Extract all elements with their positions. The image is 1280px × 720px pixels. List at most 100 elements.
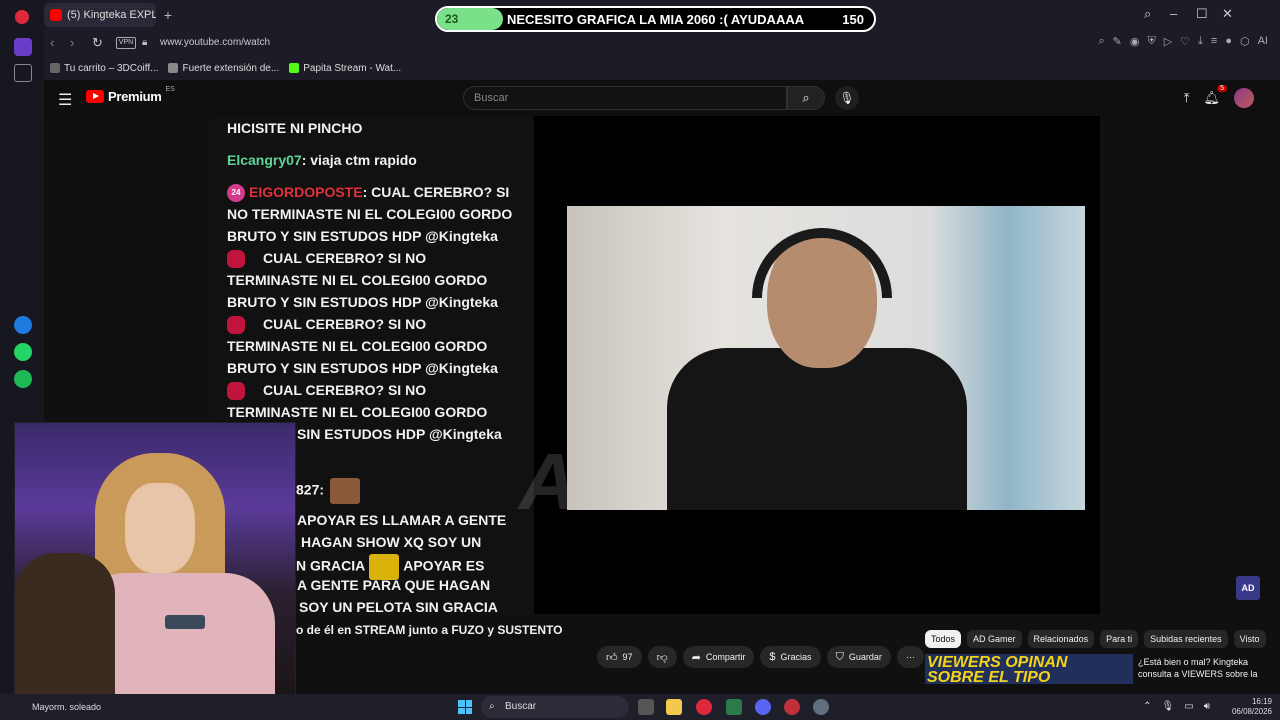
chat-line: A GENTE PARA QUE HAGAN xyxy=(297,577,491,593)
url-field[interactable]: www.youtube.com/watch xyxy=(160,37,270,48)
dog xyxy=(15,553,115,707)
bookmarks-bar: Tu carrito – 3DCoiff... Fuerte extensión… xyxy=(44,56,1280,80)
bookmark-favicon-icon xyxy=(168,63,179,73)
forward-icon[interactable]: › xyxy=(70,35,74,50)
recommended-thumbnail[interactable]: VIEWERS OPINAN SOBRE EL TIPO xyxy=(925,654,1133,684)
like-button[interactable]: 👍︎ 97 xyxy=(597,646,642,668)
phone-icon xyxy=(165,615,205,629)
search-input[interactable]: Buscar xyxy=(463,86,787,110)
bookmark-item[interactable]: Tu carrito – 3DCoiff... xyxy=(50,63,158,74)
notifications-bell-icon[interactable]: 🔔︎ 5 xyxy=(1203,85,1227,106)
chevron-up-icon[interactable]: ⌃ xyxy=(1143,701,1151,712)
weather-widget[interactable]: Mayorm. soleado xyxy=(32,702,101,712)
search-button[interactable]: ⌕ xyxy=(787,86,825,110)
screen: (5) Kingteka EXPLOTA + ⌕ – ☐ ✕ ‹ › ↻ VPN… xyxy=(0,0,1280,720)
shield-icon[interactable]: ⛨ xyxy=(1147,35,1155,48)
chip-relacionados[interactable]: Relacionados xyxy=(1027,630,1095,648)
chip-todos[interactable]: Todos xyxy=(925,630,962,648)
thanks-button[interactable]: $ Gracias xyxy=(760,646,821,668)
youtube-header: ☰ Premium ES Buscar ⌕ 🎙︎ ⤒ 🔔︎ 5 xyxy=(44,80,1280,116)
chip-ad-gamer[interactable]: AD Gamer xyxy=(967,630,1022,648)
chat-line: TERMINASTE NI EL COLEGI00 GORDO xyxy=(227,338,488,354)
close-button[interactable]: ✕ xyxy=(1222,6,1233,22)
whatsapp-icon[interactable] xyxy=(14,343,32,361)
recommended-title[interactable]: ¿Está bien o mal? Kingteka consulta a VI… xyxy=(1138,656,1258,680)
emote-icon xyxy=(330,478,361,504)
bookmark-favicon-icon xyxy=(50,63,60,73)
avatar[interactable] xyxy=(1234,88,1254,108)
super-thanks-icon: $ xyxy=(769,651,776,663)
reload-icon[interactable]: ↻ xyxy=(92,35,103,51)
taskbar-search-input[interactable]: ⌕ Buscar xyxy=(481,696,629,718)
maximize-button[interactable]: ☐ xyxy=(1196,6,1208,22)
toolbar-icons: ⌕ ✎ ◉ ⛨ ▷ ♡ ⤓ ≡ ● ⬡ AI xyxy=(1098,35,1268,48)
tab-title: (5) Kingteka EXPLOTA xyxy=(67,9,156,21)
search-tabs-icon[interactable]: ⌕ xyxy=(1144,6,1151,22)
profile-icon[interactable]: ● xyxy=(1225,35,1232,48)
new-tab-button[interactable]: + xyxy=(160,7,176,23)
bookmark-item[interactable]: Papita Stream - Wat... xyxy=(289,63,401,74)
voice-search-icon[interactable]: 🎙︎ xyxy=(835,86,859,110)
chat-line: CUAL CEREBRO? SI NO xyxy=(227,250,426,269)
share-button[interactable]: ➦ Compartir xyxy=(682,646,755,668)
download-icon[interactable]: ⤓ xyxy=(1198,35,1203,48)
messenger-icon[interactable] xyxy=(14,316,32,334)
chip-subidas-recientes[interactable]: Subidas recientes xyxy=(1144,630,1228,648)
chat-line: APOYAR ES LLAMAR A GENTE xyxy=(297,512,507,528)
zoom-icon[interactable]: ⌕ xyxy=(1098,35,1104,48)
back-icon[interactable]: ‹ xyxy=(50,35,54,50)
home-icon[interactable] xyxy=(14,38,32,56)
goal-current: 23 xyxy=(445,12,459,26)
clock[interactable]: 16:19 06/08/2026 xyxy=(1232,697,1272,717)
bookmark-item[interactable]: Fuerte extensión de... xyxy=(168,63,279,74)
thumbs-up-icon: 👍︎ xyxy=(606,651,618,664)
opera-icon[interactable] xyxy=(696,699,712,715)
spotify-icon[interactable] xyxy=(14,370,32,388)
extensions-icon[interactable]: ⬡ xyxy=(1240,35,1250,48)
menu-icon[interactable]: ≡ xyxy=(1211,35,1217,48)
channel-branding-logo[interactable]: AD xyxy=(1236,576,1260,600)
chat-line: BRUTO Y SIN ESTUDOS HDP @Kingteka xyxy=(227,360,498,376)
chat-line: SOY UN PELOTA SIN GRACIA xyxy=(299,599,498,614)
chat-line: BRUTO Y SIN ESTUDOS HDP @Kingteka xyxy=(227,294,498,310)
app-icon[interactable] xyxy=(726,699,742,715)
video-player[interactable]: HICISITE NI PINCHO Elcangry07: viaja ctm… xyxy=(211,116,1100,614)
volume-icon[interactable]: 🔊︎ xyxy=(1204,701,1210,712)
save-button[interactable]: ⛉ Guardar xyxy=(826,646,891,668)
chip-para-ti[interactable]: Para ti xyxy=(1100,630,1139,648)
network-icon[interactable]: ▭ xyxy=(1184,701,1193,712)
more-actions-button[interactable]: ··· xyxy=(896,646,924,668)
streamer xyxy=(657,228,967,510)
minimize-button[interactable]: – xyxy=(1170,6,1177,21)
edit-icon[interactable]: ✎ xyxy=(1113,35,1122,48)
chat-line: 827: xyxy=(296,478,361,504)
start-menu-icon[interactable] xyxy=(458,700,472,714)
system-tray: ⌃ 🎙︎ ▭ 🔊︎ xyxy=(1143,701,1210,712)
opera-logo-icon[interactable] xyxy=(15,10,29,24)
chat-username: Elcangry07 xyxy=(227,152,302,168)
player-icon[interactable]: ▷ xyxy=(1164,35,1172,48)
dislike-button[interactable]: 👎︎ xyxy=(647,646,677,668)
speed-dial-icon[interactable] xyxy=(14,64,32,82)
thumbs-down-icon: 👎︎ xyxy=(656,651,668,664)
chip-visto[interactable]: Visto xyxy=(1233,630,1266,648)
app-icon[interactable] xyxy=(784,699,800,715)
upload-icon[interactable]: ⤒ xyxy=(1184,90,1190,106)
tab-youtube[interactable]: (5) Kingteka EXPLOTA xyxy=(44,3,156,27)
hamburger-menu-icon[interactable]: ☰ xyxy=(58,90,72,110)
aria-button[interactable]: AI xyxy=(1258,35,1268,48)
settings-icon[interactable] xyxy=(813,699,829,715)
camera-icon[interactable]: ◉ xyxy=(1130,35,1140,48)
youtube-logo[interactable]: Premium ES xyxy=(86,86,175,104)
heart-icon[interactable]: ♡ xyxy=(1180,35,1190,48)
headset-icon xyxy=(752,228,892,298)
video-actions: 👍︎ 97 👎︎ ➦ Compartir $ Gracias ⛉ Guardar ··· xyxy=(597,646,924,668)
vpn-badge[interactable]: VPN xyxy=(116,37,136,49)
mic-icon[interactable]: 🎙︎ xyxy=(1162,701,1175,712)
lock-icon: 🔒︎ xyxy=(142,37,148,48)
file-explorer-icon[interactable] xyxy=(666,699,682,715)
task-view-icon[interactable] xyxy=(638,699,654,715)
discord-icon[interactable] xyxy=(755,699,771,715)
stream-goal-bar: 23 NECESITO GRAFICA LA MIA 2060 :( AYUDA… xyxy=(435,6,876,32)
chat-line: CUAL CEREBRO? SI NO xyxy=(227,316,426,335)
